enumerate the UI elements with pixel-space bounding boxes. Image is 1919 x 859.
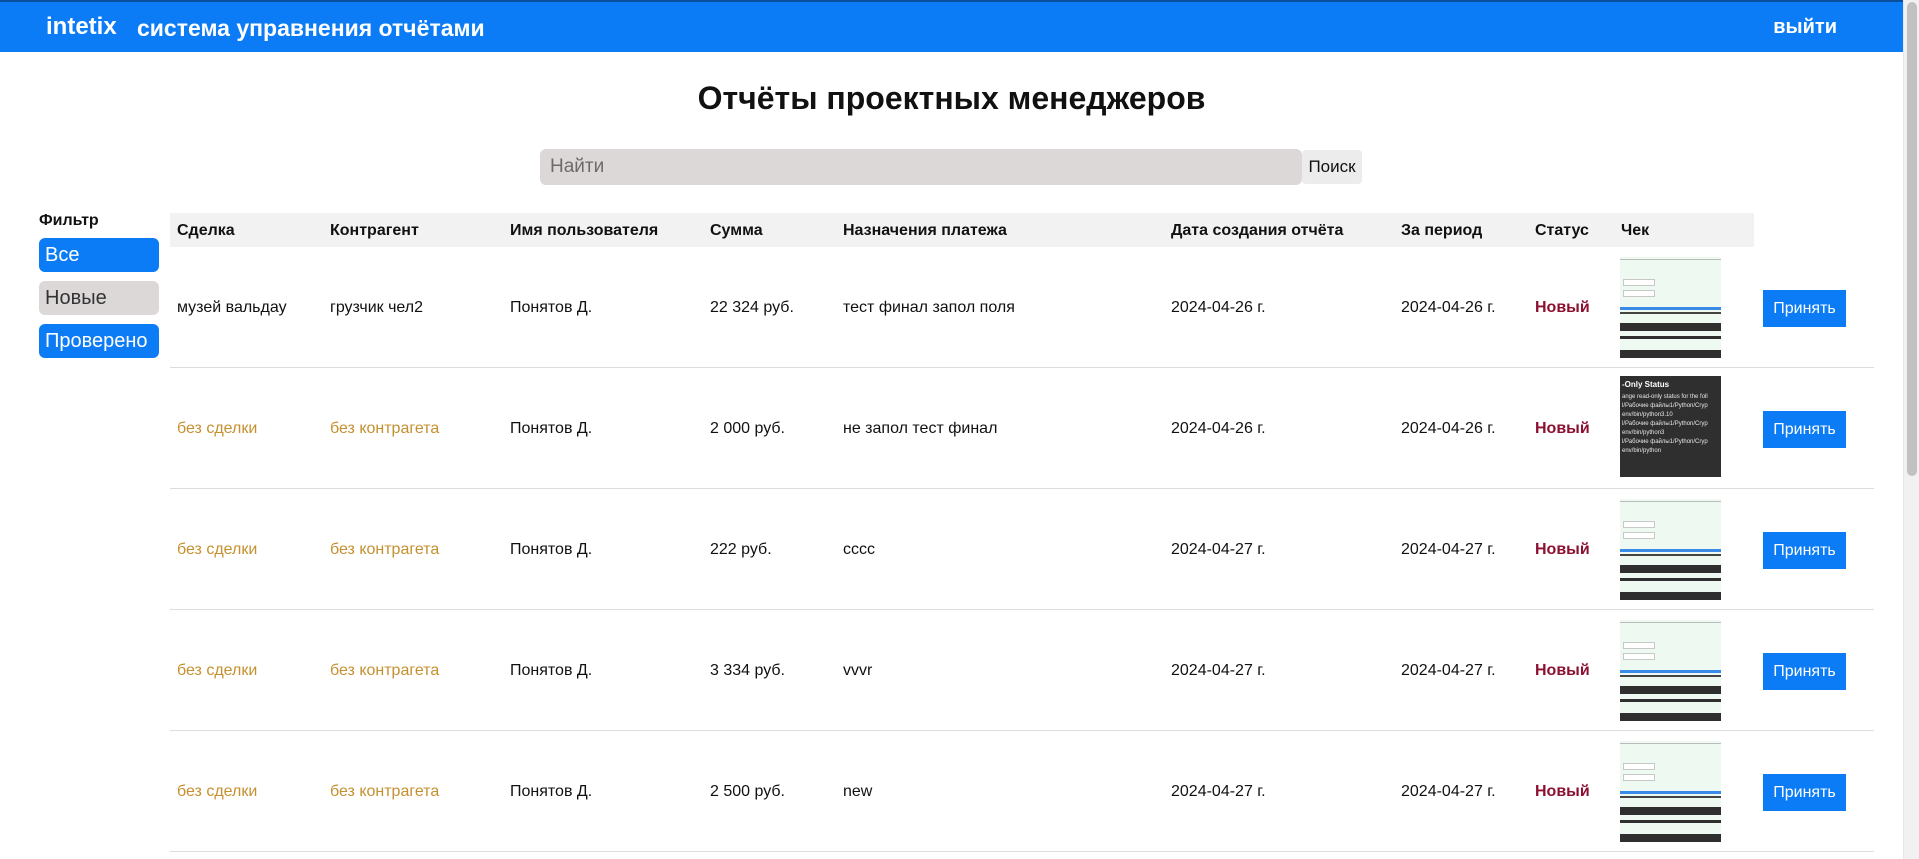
period-cell: 2024-04-26 г. (1401, 420, 1496, 437)
receipt-thumbnail[interactable] (1620, 620, 1721, 721)
receipt-line: l/Рабочие файлы1/Python/Cryp (1622, 421, 1708, 427)
amount-cell: 22 324 руб. (710, 299, 794, 316)
page-scrollbar[interactable] (1903, 0, 1919, 859)
column-header-status: Статус (1535, 222, 1589, 239)
column-header-receipt: Чек (1621, 222, 1650, 239)
deal-cell: без сделки (177, 662, 258, 679)
amount-cell: 2 000 руб. (710, 420, 785, 437)
amount-cell: 3 334 руб. (710, 662, 785, 679)
period-cell: 2024-04-27 г. (1401, 783, 1496, 800)
receipt-thumbnail[interactable] (1620, 741, 1721, 842)
filter-button-checked[interactable]: Проверено (39, 324, 159, 358)
counterparty-cell: грузчик чел2 (330, 299, 424, 316)
counterparty-cell: без контрагета (330, 662, 440, 679)
receipt-thumbnail[interactable] (1620, 499, 1721, 600)
purpose-cell: тест финал запол поля (843, 299, 1015, 316)
created-date-cell: 2024-04-27 г. (1171, 783, 1266, 800)
amount-cell: 222 руб. (710, 541, 772, 558)
counterparty-cell: без контрагета (330, 783, 440, 800)
search-input[interactable] (540, 149, 1302, 185)
accept-button[interactable]: Принять (1763, 653, 1846, 690)
created-date-cell: 2024-04-27 г. (1171, 662, 1266, 679)
purpose-cell: new (843, 783, 873, 800)
receipt-thumbnail[interactable]: -Only Status ange read-only status for th… (1620, 376, 1721, 477)
receipt-line: env/bin/python3 (1622, 430, 1665, 436)
page-title: Отчёты проектных менеджеров (697, 80, 1206, 116)
logout-link[interactable]: выйти (1773, 16, 1837, 39)
column-header-period: За период (1401, 222, 1483, 239)
column-header-purpose: Назначения платежа (843, 222, 1007, 239)
brand-logo[interactable]: intetix (46, 13, 117, 41)
accept-button[interactable]: Принять (1763, 774, 1846, 811)
filter-button-all[interactable]: Все (39, 238, 159, 272)
receipt-line: l/Рабочие файлы1/Python/Cryp (1622, 439, 1708, 445)
receipt-thumbnail[interactable] (1620, 257, 1721, 358)
created-date-cell: 2024-04-27 г. (1171, 541, 1266, 558)
period-cell: 2024-04-27 г. (1401, 662, 1496, 679)
table-header: Сделка Контрагент Имя пользователя Сумма… (170, 213, 1754, 247)
receipt-heading: -Only Status (1622, 380, 1670, 389)
app-title: система управнения отчётами (137, 15, 485, 41)
deal-cell: без сделки (177, 541, 258, 558)
table-row: музей вальдау грузчик чел2 Понятов Д. 22 32… (170, 247, 1874, 368)
deal-cell: без сделки (177, 420, 258, 437)
purpose-cell: сссс (843, 541, 875, 558)
amount-cell: 2 500 руб. (710, 783, 785, 800)
created-date-cell: 2024-04-26 г. (1171, 299, 1266, 316)
column-header-amount: Сумма (710, 222, 763, 239)
user-cell: Понятов Д. (510, 783, 593, 800)
deal-cell: музей вальдау (177, 299, 287, 316)
receipt-line: l/Рабочие файлы1/Python/Cryp (1622, 403, 1708, 409)
column-header-deal: Сделка (177, 222, 235, 239)
deal-cell: без сделки (177, 783, 258, 800)
created-date-cell: 2024-04-26 г. (1171, 420, 1266, 437)
table-row: без сделки без контрагета Понятов Д. 2 500 … (170, 731, 1874, 852)
period-cell: 2024-04-26 г. (1401, 299, 1496, 316)
filter-button-new[interactable]: Новые (39, 281, 159, 315)
status-cell: Новый (1535, 299, 1590, 316)
scrollbar-thumb[interactable] (1907, 2, 1917, 476)
purpose-cell: vvvr (843, 662, 873, 679)
status-cell: Новый (1535, 420, 1590, 437)
user-cell: Понятов Д. (510, 662, 593, 679)
receipt-line: ange read-only status for the foll (1622, 394, 1708, 400)
receipt-line: env/bin/python3.10 (1622, 412, 1673, 418)
user-cell: Понятов Д. (510, 299, 593, 316)
receipt-line: env/bin/python (1622, 448, 1662, 454)
accept-button[interactable]: Принять (1763, 532, 1846, 569)
status-cell: Новый (1535, 541, 1590, 558)
period-cell: 2024-04-27 г. (1401, 541, 1496, 558)
table-row: без сделки без контрагета Понятов Д. 3 334 … (170, 610, 1874, 731)
column-header-counterparty: Контрагент (330, 222, 419, 239)
purpose-cell: не запол тест финал (843, 420, 998, 437)
filter-title: Фильтр (39, 212, 99, 229)
top-navbar: intetix система управнения отчётами выйт… (0, 0, 1903, 52)
accept-button[interactable]: Принять (1763, 411, 1846, 448)
status-cell: Новый (1535, 662, 1590, 679)
table-row: без сделки без контрагета Понятов Д. 2 000 … (170, 368, 1874, 489)
search-button[interactable]: Поиск (1302, 150, 1362, 184)
table-row: без сделки без контрагета Понятов Д. 222 ру… (170, 489, 1874, 610)
user-cell: Понятов Д. (510, 420, 593, 437)
accept-button[interactable]: Принять (1763, 290, 1846, 327)
column-header-user: Имя пользователя (510, 222, 659, 239)
counterparty-cell: без контрагета (330, 420, 440, 437)
column-header-created: Дата создания отчёта (1171, 222, 1344, 239)
status-cell: Новый (1535, 783, 1590, 800)
user-cell: Понятов Д. (510, 541, 593, 558)
counterparty-cell: без контрагета (330, 541, 440, 558)
